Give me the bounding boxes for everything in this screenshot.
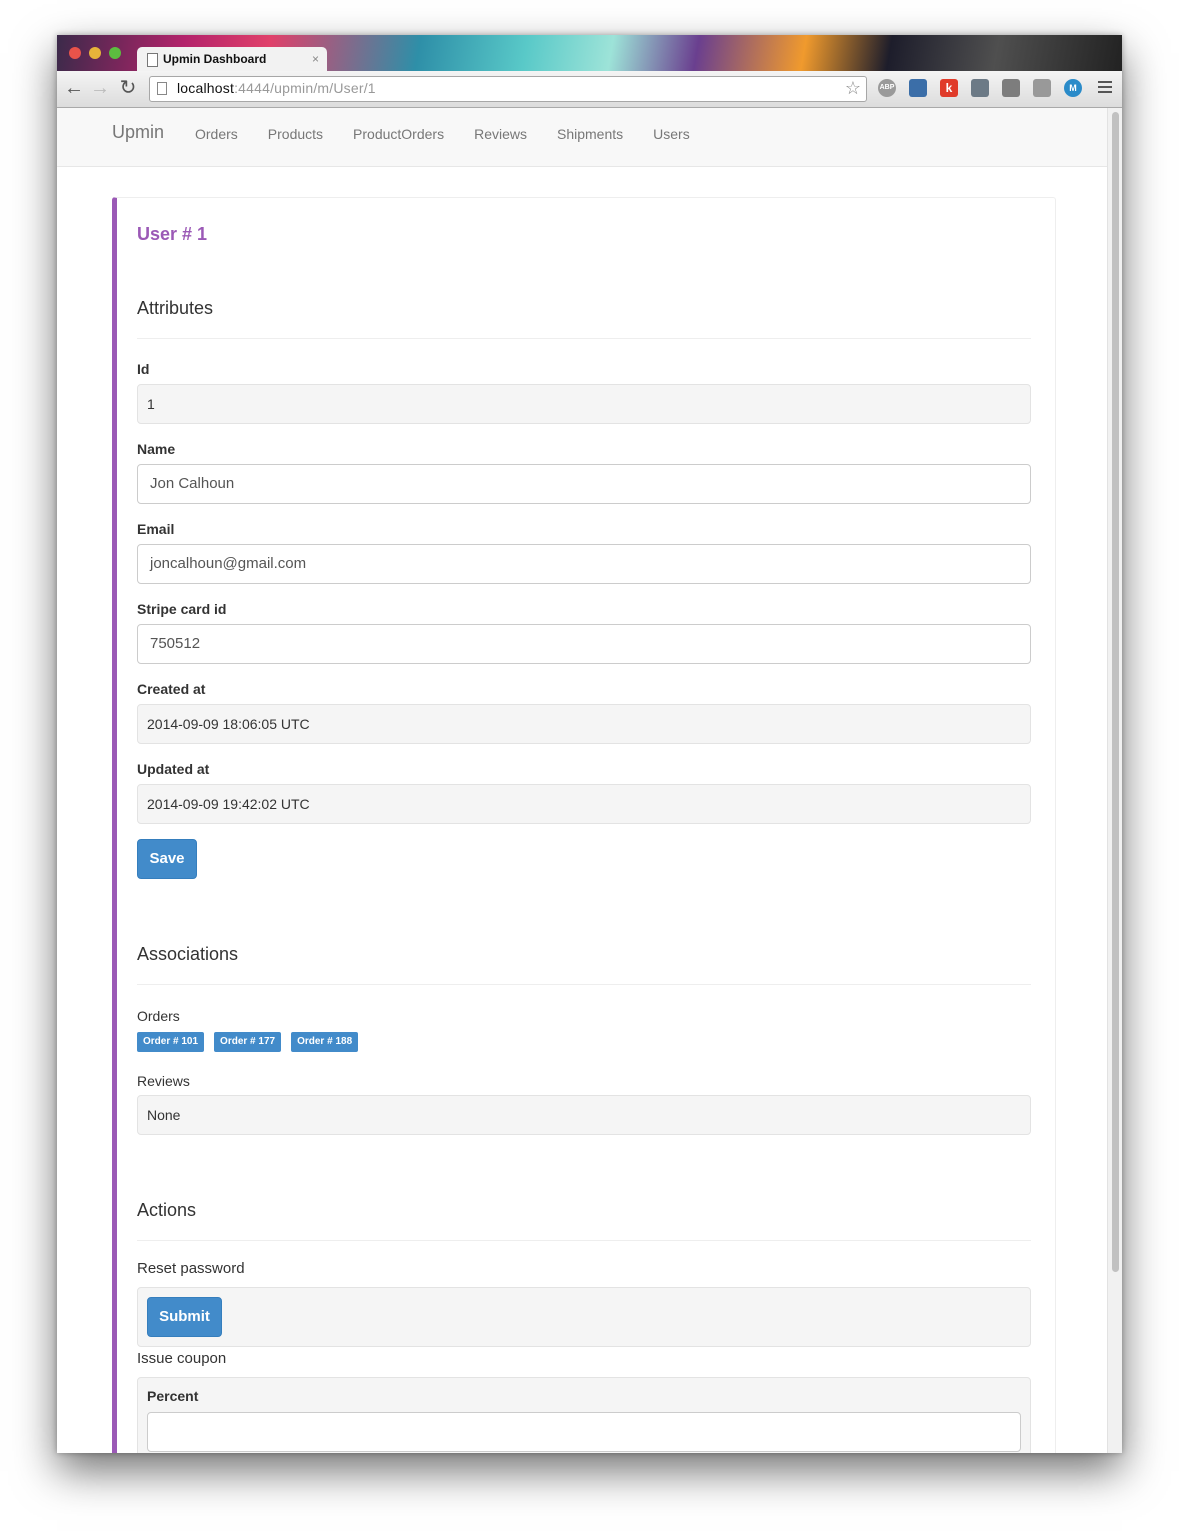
k-extension-icon[interactable]: k: [940, 79, 958, 97]
reload-icon[interactable]: ↻: [117, 77, 139, 99]
name-input[interactable]: Jon Calhoun: [137, 464, 1031, 504]
forward-arrow-icon[interactable]: →: [89, 77, 111, 99]
email-label: Email: [137, 521, 175, 537]
nav-link-productorders[interactable]: ProductOrders: [353, 126, 444, 142]
updated-at-label: Updated at: [137, 761, 210, 777]
id-readonly-field: 1: [137, 384, 1031, 424]
m-extension-icon[interactable]: M: [1064, 79, 1082, 97]
hamburger-menu-icon[interactable]: [1098, 81, 1112, 95]
divider: [137, 338, 1031, 339]
record-panel: User # 1 Attributes Id 1 Name Jon Calhou…: [112, 197, 1056, 1453]
reset-password-well: Submit: [137, 1287, 1031, 1347]
divider: [137, 1240, 1031, 1241]
name-label: Name: [137, 441, 176, 457]
tab-title: Upmin Dashboard: [163, 52, 267, 66]
email-input[interactable]: joncalhoun@gmail.com: [137, 544, 1031, 584]
window-close-button[interactable]: [69, 47, 81, 59]
nav-link-products[interactable]: Products: [268, 126, 323, 142]
order-badge-101[interactable]: Order # 101: [137, 1032, 205, 1052]
window-maximize-button[interactable]: [109, 47, 121, 59]
reset-password-label: Reset password: [137, 1260, 245, 1277]
nav-link-reviews[interactable]: Reviews: [474, 126, 527, 142]
actions-heading: Actions: [137, 1200, 197, 1220]
bookmark-star-icon[interactable]: ☆: [845, 78, 861, 99]
order-badge-188[interactable]: Order # 188: [291, 1032, 359, 1052]
nav-link-users[interactable]: Users: [653, 126, 690, 142]
address-bar[interactable]: localhost:4444/upmin/m/User/1 ☆: [149, 76, 867, 102]
brand-link[interactable]: Upmin: [112, 122, 164, 143]
stripe-card-id-input[interactable]: 750512: [137, 624, 1031, 664]
page-viewport: Upmin Orders Products ProductOrders Revi…: [57, 108, 1122, 1453]
created-at-readonly-field: 2014-09-09 18:06:05 UTC: [137, 704, 1031, 744]
record-title: User # 1: [137, 224, 208, 244]
camera-extension-icon[interactable]: [971, 79, 989, 97]
percent-input[interactable]: [147, 1412, 1021, 1452]
url-text: localhost:4444/upmin/m/User/1: [177, 80, 376, 96]
nav-link-orders[interactable]: Orders: [195, 126, 238, 142]
reviews-value: None: [137, 1095, 1031, 1135]
id-label: Id: [137, 361, 150, 377]
associations-heading: Associations: [137, 944, 239, 964]
issue-coupon-label: Issue coupon: [137, 1350, 227, 1367]
vertical-scrollbar[interactable]: [1107, 108, 1122, 1453]
save-button[interactable]: Save: [137, 839, 197, 879]
nav-link-shipments[interactable]: Shipments: [557, 126, 623, 142]
document-icon: [147, 53, 158, 67]
submit-button[interactable]: Submit: [147, 1297, 222, 1337]
reviews-label: Reviews: [137, 1073, 190, 1089]
tab-close-icon[interactable]: ×: [312, 47, 319, 71]
stripe-card-id-label: Stripe card id: [137, 601, 227, 617]
adblock-extension-icon[interactable]: ABP: [878, 79, 896, 97]
orders-label: Orders: [137, 1008, 180, 1024]
nav-links: Orders Products ProductOrders Reviews Sh…: [195, 126, 720, 142]
top-navbar: Upmin Orders Products ProductOrders Revi…: [57, 108, 1107, 167]
page-icon: [157, 82, 167, 95]
issue-coupon-well: Percent: [137, 1377, 1031, 1453]
percent-label: Percent: [147, 1388, 199, 1404]
browser-tab[interactable]: Upmin Dashboard ×: [137, 47, 327, 71]
attributes-heading: Attributes: [137, 298, 214, 318]
updated-at-readonly-field: 2014-09-09 19:42:02 UTC: [137, 784, 1031, 824]
tab-strip: Upmin Dashboard ×: [57, 35, 1122, 71]
order-badge-177[interactable]: Order # 177: [214, 1032, 282, 1052]
browser-window: Upmin Dashboard × ← → ↻ localhost:4444/u…: [57, 35, 1122, 1453]
hexagon-extension-icon[interactable]: [1002, 79, 1020, 97]
orders-badge-list: Order # 101 Order # 177 Order # 188: [137, 1032, 368, 1052]
window-minimize-button[interactable]: [89, 47, 101, 59]
browser-toolbar: ← → ↻ localhost:4444/upmin/m/User/1 ☆ AB…: [57, 71, 1122, 108]
screen-extension-icon[interactable]: [909, 79, 927, 97]
scrollbar-thumb[interactable]: [1112, 112, 1119, 1272]
back-arrow-icon[interactable]: ←: [63, 77, 85, 99]
created-at-label: Created at: [137, 681, 206, 697]
divider: [137, 984, 1031, 985]
cast-icon[interactable]: [1033, 79, 1051, 97]
